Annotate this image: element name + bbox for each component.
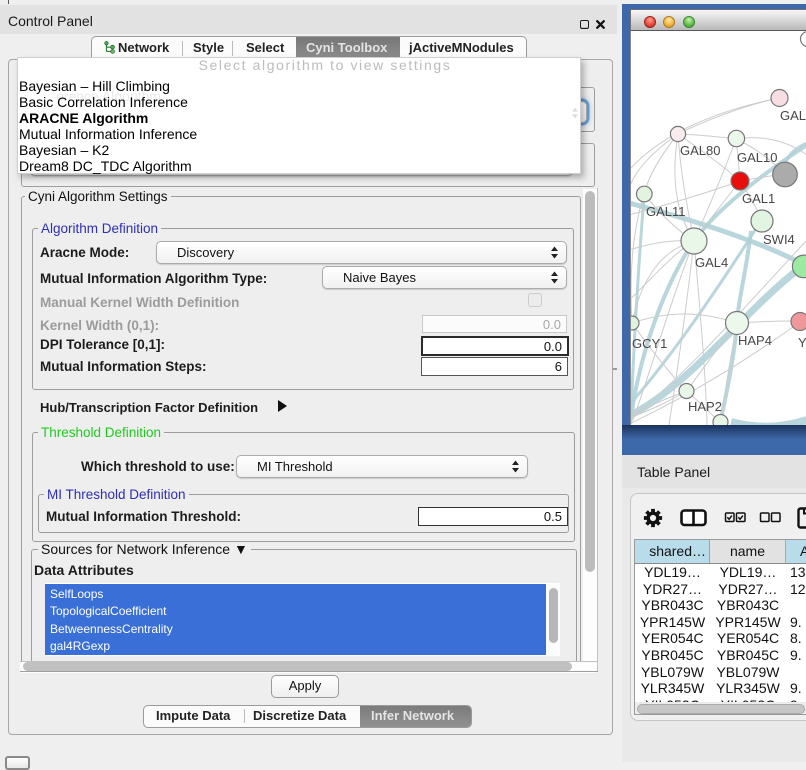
svg-text:HAP4: HAP4 [738, 333, 772, 348]
svg-text:Y: Y [798, 335, 806, 350]
svg-text:GAL4: GAL4 [695, 255, 728, 270]
svg-text:GAL10: GAL10 [737, 150, 777, 165]
svg-text:GAL80: GAL80 [680, 143, 720, 158]
svg-text:GAL1: GAL1 [742, 191, 775, 206]
svg-text:HAP2: HAP2 [688, 399, 722, 414]
svg-text:GCY1: GCY1 [632, 336, 667, 351]
svg-text:GAL7: GAL7 [780, 108, 806, 123]
svg-text:SWI4: SWI4 [763, 232, 795, 247]
svg-text:GAL11: GAL11 [646, 204, 686, 219]
